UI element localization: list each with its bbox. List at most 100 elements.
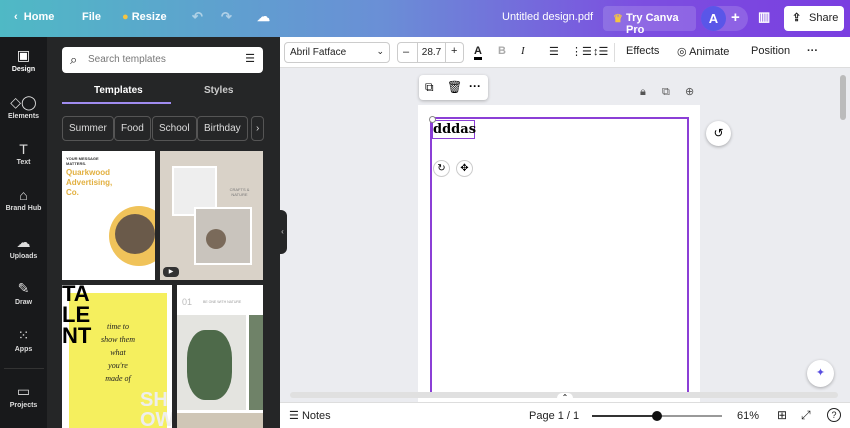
magic-assistant-icon[interactable]: ✦ bbox=[807, 360, 834, 387]
divider bbox=[4, 368, 44, 369]
template-script-text: time to show them what you're made of bbox=[101, 322, 135, 383]
brand-icon: ⌂ bbox=[19, 187, 28, 203]
share-icon: ⇪ bbox=[792, 12, 802, 24]
template-title: Quarkwood Advertising, Co. bbox=[66, 168, 113, 197]
decrease-size-button[interactable]: – bbox=[403, 46, 409, 58]
delete-icon[interactable]: 🗑 bbox=[447, 80, 462, 94]
lock-icon[interactable]: 🔒︎ bbox=[640, 86, 646, 99]
crown-icon: ● bbox=[122, 11, 129, 23]
resize-handle[interactable] bbox=[429, 116, 436, 123]
avatar[interactable]: A bbox=[701, 6, 726, 31]
add-page-icon[interactable]: ⊕ bbox=[685, 85, 694, 98]
align-icon[interactable]: ☰ bbox=[549, 45, 559, 58]
increase-size-button[interactable]: + bbox=[451, 45, 457, 57]
element-context-menu: ⧉ 🗑 ··· bbox=[419, 75, 488, 100]
move-icon[interactable]: ✥ bbox=[456, 160, 473, 177]
effects-button[interactable]: Effects bbox=[626, 45, 659, 57]
list-icon[interactable]: ⋮☰ bbox=[571, 45, 592, 58]
rail-item-draw[interactable]: ✎ Draw bbox=[0, 280, 47, 306]
chip-food[interactable]: Food bbox=[114, 116, 151, 141]
rail-item-projects[interactable]: ▭ Projects bbox=[0, 383, 47, 409]
animate-label: Animate bbox=[689, 46, 730, 58]
search-input[interactable]: ⌕ Search templates ☰ bbox=[62, 47, 263, 73]
font-name: Abril Fatface bbox=[290, 47, 347, 58]
redo-icon[interactable]: ↷ bbox=[221, 9, 232, 25]
chip-summer[interactable]: Summer bbox=[62, 116, 114, 141]
template-quarkwood[interactable]: YOUR MESSAGE MATTERS. Quarkwood Advertis… bbox=[62, 151, 155, 280]
bold-button[interactable]: B bbox=[498, 45, 506, 57]
try-canva-pro-button[interactable]: ♛ Try Canva Pro bbox=[603, 6, 696, 36]
rail-item-apps[interactable]: ⁙ Apps bbox=[0, 327, 47, 353]
template-crafts-nature[interactable]: CRAFTS & NATURE ▶ bbox=[160, 151, 263, 280]
tab-styles[interactable]: Styles bbox=[204, 85, 233, 96]
italic-button[interactable]: I bbox=[521, 45, 525, 57]
notes-button[interactable]: ☰ Notes bbox=[289, 409, 331, 422]
tab-templates[interactable]: Templates bbox=[94, 85, 143, 96]
rail-label: Design bbox=[11, 66, 36, 73]
font-size-stepper[interactable]: – 28.7 + bbox=[397, 42, 464, 63]
spacing-icon[interactable]: ↕☰ bbox=[593, 45, 608, 58]
position-button[interactable]: Position bbox=[751, 45, 790, 57]
text-icon: T bbox=[19, 141, 28, 157]
divider bbox=[614, 43, 615, 62]
resize-button[interactable]: ● Resize bbox=[122, 11, 167, 23]
template-nature[interactable]: 01 BE ONE WITH NATURE bbox=[177, 285, 263, 428]
template-show-text: SH OW bbox=[140, 389, 172, 428]
text-element[interactable]: dddas bbox=[432, 120, 476, 139]
collapse-panel-handle[interactable]: ‹ bbox=[278, 210, 287, 254]
cloud-save-icon[interactable]: ☁ bbox=[257, 9, 270, 25]
add-collaborator-icon[interactable]: + bbox=[731, 9, 740, 26]
more-options-icon[interactable]: ··· bbox=[807, 45, 818, 57]
more-icon[interactable]: ··· bbox=[469, 79, 481, 93]
rail-item-elements[interactable]: ◇◯ Elements bbox=[0, 94, 47, 120]
rotate-icon[interactable]: ↻ bbox=[433, 160, 450, 177]
zoom-level[interactable]: 61% bbox=[737, 410, 759, 422]
chip-birthday[interactable]: Birthday bbox=[197, 116, 248, 141]
bottom-bar: ☰ Notes Page 1 / 1 61% ⊞ ⤢ ? bbox=[280, 402, 850, 428]
resize-label: Resize bbox=[131, 11, 167, 23]
insights-icon[interactable]: ▥ bbox=[758, 9, 770, 25]
notes-label: Notes bbox=[301, 410, 331, 422]
editor-toolbar: Abril Fatface ⌄ – 28.7 + A B I ☰ ⋮☰ ↕☰ Ef… bbox=[280, 37, 850, 68]
share-label: Share bbox=[809, 12, 839, 24]
template-talent[interactable]: TA LE NT time to show them what you're m… bbox=[62, 285, 172, 428]
file-menu[interactable]: File bbox=[82, 11, 101, 23]
font-family-select[interactable]: Abril Fatface ⌄ bbox=[284, 42, 390, 63]
template-big-text: TA LE NT bbox=[62, 285, 92, 348]
rail-label: Uploads bbox=[9, 253, 38, 260]
template-kicker: YOUR MESSAGE MATTERS. bbox=[66, 156, 99, 166]
document-title[interactable]: Untitled design.pdf bbox=[502, 11, 593, 23]
font-size-input[interactable]: 28.7 bbox=[417, 43, 446, 62]
play-icon: ▶ bbox=[163, 267, 179, 277]
grid-view-icon[interactable]: ⊞ bbox=[777, 408, 787, 422]
text-content[interactable]: dddas bbox=[433, 121, 476, 138]
shapes-icon: ◇◯ bbox=[10, 94, 37, 110]
duplicate-icon[interactable]: ⧉ bbox=[425, 80, 434, 95]
share-button[interactable]: ⇪ Share bbox=[784, 6, 844, 31]
upload-icon: ☁ bbox=[16, 234, 31, 250]
animate-button[interactable]: ◎ Animate bbox=[677, 45, 729, 58]
text-color-button[interactable]: A bbox=[474, 45, 482, 60]
search-icon: ⌕ bbox=[70, 52, 78, 67]
rail-item-design[interactable]: ▣ Design bbox=[0, 47, 47, 73]
duplicate-page-icon[interactable]: ⧉ bbox=[662, 86, 670, 99]
comment-icon[interactable]: ↺ bbox=[706, 121, 731, 146]
chip-school[interactable]: School bbox=[152, 116, 197, 141]
rail-item-uploads[interactable]: ☁ Uploads bbox=[0, 234, 47, 260]
vertical-scrollbar[interactable] bbox=[840, 75, 846, 120]
rail-item-brand-hub[interactable]: ⌂ Brand Hub bbox=[0, 187, 47, 212]
zoom-slider-fill bbox=[592, 415, 657, 417]
template-caption: BE ONE WITH NATURE bbox=[203, 300, 242, 304]
help-icon[interactable]: ? bbox=[827, 408, 841, 422]
zoom-slider[interactable] bbox=[592, 411, 722, 421]
zoom-slider-thumb[interactable] bbox=[652, 411, 662, 421]
page-indicator[interactable]: Page 1 / 1 bbox=[529, 410, 579, 422]
filter-icon[interactable]: ☰ bbox=[245, 52, 255, 65]
home-button[interactable]: ‹ Home bbox=[14, 11, 54, 23]
chevron-down-icon: ⌄ bbox=[376, 46, 384, 56]
rail-item-text[interactable]: T Text bbox=[0, 141, 47, 166]
chips-next-arrow[interactable]: › bbox=[251, 116, 265, 141]
undo-icon[interactable]: ↶ bbox=[192, 9, 203, 25]
fullscreen-icon[interactable]: ⤢ bbox=[801, 408, 811, 423]
rail-label: Text bbox=[16, 159, 31, 166]
